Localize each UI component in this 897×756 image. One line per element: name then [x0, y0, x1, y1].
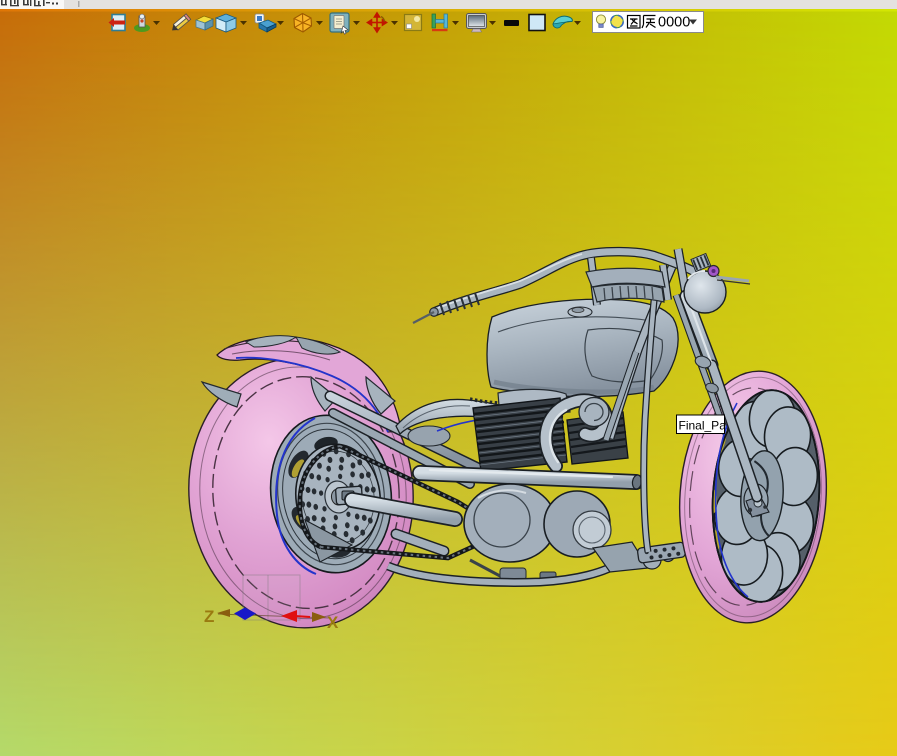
svg-text:0000: 0000: [658, 15, 690, 31]
svg-text:X: X: [327, 613, 339, 632]
svg-text:Final_Par: Final_Par: [679, 419, 730, 433]
svg-text:Z: Z: [204, 607, 214, 626]
